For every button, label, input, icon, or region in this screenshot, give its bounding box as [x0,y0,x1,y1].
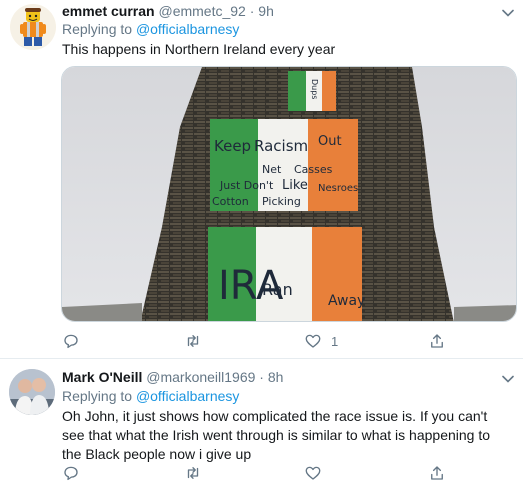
flag-writing: Away [328,293,365,309]
replying-label: Replying to [62,388,133,404]
reply-button[interactable] [62,464,80,482]
share-icon [431,334,443,348]
tweet-text: This happens in Northern Ireland every y… [62,41,336,57]
tweet-actions [62,464,482,484]
like-button[interactable] [304,464,322,482]
chevron-down-icon[interactable] [501,372,515,386]
replying-handle-link[interactable]: @officialbarnesy [136,388,239,404]
user-handle[interactable]: @markoneill1969 [146,369,255,385]
flag-writing: Dups [310,79,319,99]
flag-writing: Just Don't [219,179,274,192]
like-button[interactable]: 1 [304,332,338,350]
replying-to: Replying to @officialbarnesy [62,388,239,404]
heart-icon [305,466,321,480]
tweet-photo[interactable]: Keep Racism Out Net Casses Just Don't Li… [61,66,517,322]
flag-writing: Like [282,178,308,193]
share-icon [431,466,443,480]
tweet-header: Mark O'Neill @markoneill1969 · 8h [62,369,283,385]
flag-writing: Ran [262,280,293,299]
like-count: 1 [331,333,339,349]
flag-writing: Nesroes [318,183,358,194]
flag-writing: Keep [214,137,251,155]
tweet-header: emmet curran @emmetc_92 · 9h [62,3,274,19]
tweet-1[interactable]: emmet curran @emmetc_92 · 9h Replying to… [0,0,523,357]
bonfire-photo: Keep Racism Out Net Casses Just Don't Li… [62,67,516,321]
share-button[interactable] [428,464,446,482]
tweet-actions: 1 [62,332,482,352]
retweet-button[interactable] [184,464,202,482]
replying-to: Replying to @officialbarnesy [62,21,239,37]
flag-writing: Racism [254,137,308,155]
heart-icon [305,334,321,348]
retweet-icon [187,335,199,347]
retweet-button[interactable] [184,332,202,350]
share-button[interactable] [428,332,446,350]
user-handle[interactable]: @emmetc_92 [158,3,245,19]
display-name[interactable]: emmet curran [62,3,155,19]
reply-icon [64,334,78,349]
flag-writing: Cotton [212,195,249,208]
timestamp[interactable]: · 8h [259,369,283,385]
flag-writing: Picking [262,195,301,208]
chevron-down-icon[interactable] [501,6,515,20]
display-name[interactable]: Mark O'Neill [62,369,142,385]
flag-writing: Casses [294,163,333,176]
reply-button[interactable] [62,332,80,350]
avatar[interactable] [10,4,56,50]
replying-label: Replying to [62,21,133,37]
flag-writing: Out [318,134,342,149]
reply-icon [64,466,78,481]
replying-handle-link[interactable]: @officialbarnesy [136,21,239,37]
timestamp[interactable]: · 9h [250,3,274,19]
avatar[interactable] [9,369,55,415]
tweet-2[interactable]: Mark O'Neill @markoneill1969 · 8h Replyi… [0,359,523,500]
retweet-icon [187,467,199,479]
flag-writing: Net [262,163,282,176]
tweet-text: Oh John, it just shows how complicated t… [62,408,491,462]
